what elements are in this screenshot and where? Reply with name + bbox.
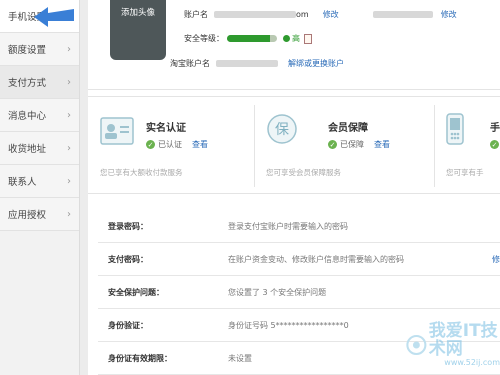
card-status-text: 已保障 <box>340 140 364 149</box>
edit-account-link[interactable]: 修改 <box>323 9 339 20</box>
protection-icon: 保 <box>267 114 297 144</box>
edit-phone-link[interactable]: 修改 <box>441 9 457 20</box>
avatar-label: 添加头像 <box>120 8 155 18</box>
row-label: 登录密码： <box>108 221 148 231</box>
account-label: 账户名 <box>184 10 208 19</box>
sidebar-item-payment-methods[interactable]: 支付方式 › <box>0 66 79 99</box>
divider <box>434 105 435 187</box>
check-icon: ✓ <box>146 140 155 149</box>
sidebar-item-app-authorization[interactable]: 应用授权 › <box>0 198 79 231</box>
unbind-taobao-link[interactable]: 解绑或更换账户 <box>288 58 344 69</box>
watermark-url: www.52ij.com <box>444 358 500 367</box>
phone-blurred <box>372 11 433 18</box>
card-desc: 您已享有大额收付款服务 <box>100 168 183 177</box>
card-view-link[interactable]: 查看 <box>192 139 208 150</box>
check-icon: ✓ <box>490 140 499 149</box>
service-cards: 实名认证 ✓ 已认证 查看 您已享有大额收付款服务 保 会员保障 ✓ 已保障 查… <box>88 96 500 194</box>
watermark-text: 我爱IT技术网 <box>428 321 498 359</box>
card-phone: 手 ✓ 已 您可享有手 <box>446 97 500 195</box>
chevron-right-icon: › <box>67 175 71 187</box>
table-row: 登录密码： 登录支付宝账户时需要输入的密码 <box>98 210 500 243</box>
row-label: 身份证有效期限： <box>108 353 172 363</box>
chevron-right-icon: › <box>67 76 71 88</box>
card-status: ✓ 已保障 查看 <box>328 139 390 150</box>
card-view-link[interactable]: 查看 <box>374 139 390 150</box>
card-status: ✓ 已认证 查看 <box>146 139 208 150</box>
sidebar-item-label: 收货地址 <box>8 144 47 155</box>
watermark: 我爱IT技术网 www.52ij.com <box>406 322 500 367</box>
row-value: 登录支付宝账户时需要输入的密码 <box>228 221 348 231</box>
sidebar-item-label: 消息中心 <box>8 111 47 122</box>
card-status-text: 已认证 <box>158 140 182 149</box>
chevron-right-icon: › <box>67 43 71 55</box>
card-title: 实名认证 <box>146 123 186 134</box>
card-desc: 您可享受会员保障服务 <box>266 168 341 177</box>
security-level-fill <box>227 35 270 42</box>
row-value: 身份证号码 5*****************0 <box>228 320 349 330</box>
sidebar-item-label: 应用授权 <box>8 210 47 221</box>
card-real-name: 实名认证 ✓ 已认证 查看 您已享有大额收付款服务 <box>100 97 250 195</box>
row-value: 您设置了 3 个安全保护问题 <box>228 287 327 297</box>
chevron-right-icon: › <box>67 142 71 154</box>
sidebar-item-contacts[interactable]: 联系人 › <box>0 165 79 198</box>
check-icon: ✓ <box>328 140 337 149</box>
row-edit-link[interactable]: 修 <box>492 254 500 265</box>
taobao-row: 淘宝账户名 解绑或更换账户 <box>170 58 344 69</box>
security-level-text: 高 <box>292 34 300 43</box>
phone-icon <box>446 113 464 145</box>
sidebar-item-message-center[interactable]: 消息中心 › <box>0 99 79 132</box>
document-icon[interactable] <box>304 33 312 44</box>
sidebar-item-shipping-address[interactable]: 收货地址 › <box>0 132 79 165</box>
avatar[interactable]: 添加头像 <box>110 0 166 60</box>
chevron-right-icon: › <box>67 109 71 121</box>
row-label: 支付密码： <box>108 254 148 264</box>
security-dot-icon <box>283 35 290 42</box>
sidebar-item-label: 额度设置 <box>8 45 47 56</box>
sidebar-item-label: 联系人 <box>8 177 37 188</box>
table-row: 安全保护问题： 您设置了 3 个安全保护问题 <box>98 276 500 309</box>
annotation-arrow-icon <box>34 7 74 27</box>
svg-text:保: 保 <box>275 122 289 138</box>
row-value: 未设置 <box>228 353 252 363</box>
row-value: 在账户资金变动、修改账户信息时需要输入的密码 <box>228 254 404 264</box>
card-status: ✓ 已 <box>490 139 500 150</box>
sidebar-item-quota-settings[interactable]: 额度设置 › <box>0 33 79 66</box>
chevron-right-icon: › <box>67 208 71 220</box>
row-label: 身份验证： <box>108 320 148 330</box>
watermark-logo-icon <box>406 334 427 355</box>
account-suffix: om <box>296 10 309 19</box>
divider <box>254 105 255 187</box>
security-row: 安全等级： 高 <box>184 33 312 44</box>
taobao-label: 淘宝账户名 <box>170 59 210 68</box>
card-title: 会员保障 <box>328 123 368 134</box>
profile-section: 添加头像 账户名 om 修改 修改 安全等级： 高 淘宝账户名 解绑或更换账户 <box>88 0 500 90</box>
id-card-icon <box>100 117 134 145</box>
card-member-protection: 保 会员保障 ✓ 已保障 查看 您可享受会员保障服务 <box>266 97 416 195</box>
card-desc: 您可享有手 <box>446 168 484 177</box>
sidebar: 手机设置 额度设置 › 支付方式 › 消息中心 › 收货地址 › 联系人 › 应… <box>0 0 80 375</box>
row-label: 安全保护问题： <box>108 287 164 297</box>
account-row: 账户名 om 修改 修改 <box>184 9 457 20</box>
table-row: 支付密码： 在账户资金变动、修改账户信息时需要输入的密码 修 <box>98 243 500 276</box>
account-name-blurred <box>214 11 296 18</box>
sidebar-item-label: 支付方式 <box>8 78 47 89</box>
card-title: 手 <box>490 123 500 134</box>
security-level-bar <box>227 35 277 42</box>
security-level-label: 安全等级： <box>184 34 224 43</box>
main-panel: 添加头像 账户名 om 修改 修改 安全等级： 高 淘宝账户名 解绑或更换账户 <box>88 0 500 375</box>
taobao-name-blurred <box>216 60 278 67</box>
